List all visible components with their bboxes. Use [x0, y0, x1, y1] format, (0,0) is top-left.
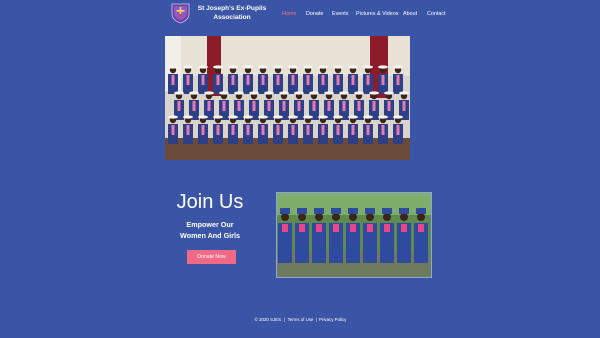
nav-item-pictures-videos[interactable]: Pictures & Videos [356, 11, 398, 17]
nav-item-about[interactable]: About [403, 11, 417, 17]
site-title[interactable]: St Joseph's Ex-Pupils Association [194, 4, 270, 22]
nav-item-contact[interactable]: Contact [427, 11, 446, 17]
footer-separator: | [315, 317, 317, 322]
footer-separator: | [284, 317, 286, 322]
join-heading: Join Us [176, 191, 244, 213]
footer: © 2020 SJES | Terms of Use | Privacy Pol… [0, 317, 600, 322]
join-subtitle-line2: Women And Girls [180, 231, 240, 240]
site-title-line1: St Joseph's Ex-Pupils [197, 5, 267, 12]
privacy-policy-link[interactable]: Privacy Policy [319, 317, 346, 322]
school-crest-icon[interactable] [171, 3, 190, 24]
nav-item-events[interactable]: Events [332, 11, 348, 17]
donate-now-button[interactable]: Donate Now [187, 250, 236, 264]
site-title-line2: Association [213, 14, 251, 22]
join-subtitle: Empower Our Women And Girls [176, 219, 244, 241]
group-photo [165, 36, 410, 160]
join-subtitle-line1: Empower Our [186, 220, 234, 229]
copyright-text: © 2020 SJES [254, 317, 282, 322]
terms-of-use-link[interactable]: Terms of Use [288, 317, 314, 322]
women-group-photo [276, 192, 432, 278]
nav-item-donate[interactable]: Donate [306, 11, 323, 17]
nav-item-home[interactable]: Home [282, 11, 296, 17]
